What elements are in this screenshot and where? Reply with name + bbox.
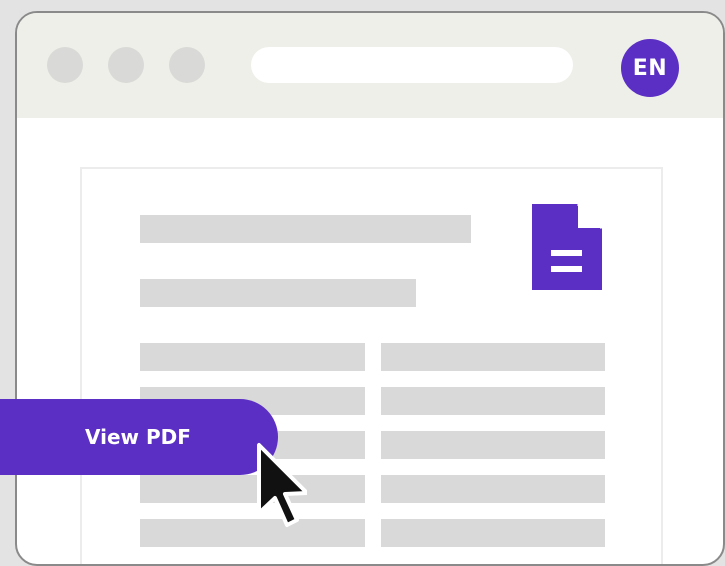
- table-cell-line: [381, 431, 605, 459]
- mouse-pointer-icon: [237, 433, 309, 537]
- table-cell-line: [381, 343, 605, 371]
- browser-window: EN: [15, 11, 725, 566]
- table-cell-line: [381, 475, 605, 503]
- table-cell-line: [381, 519, 605, 547]
- browser-titlebar: EN: [17, 13, 723, 118]
- window-control-minimize[interactable]: [108, 47, 144, 83]
- table-cell-line: [381, 387, 605, 415]
- user-avatar[interactable]: EN: [621, 39, 679, 97]
- address-bar[interactable]: [251, 47, 573, 83]
- table-cell-line: [140, 343, 365, 371]
- window-control-close[interactable]: [47, 47, 83, 83]
- file-document-icon: [532, 202, 604, 294]
- document-title-line: [140, 215, 471, 243]
- document-subtitle-line: [140, 279, 416, 307]
- window-control-maximize[interactable]: [169, 47, 205, 83]
